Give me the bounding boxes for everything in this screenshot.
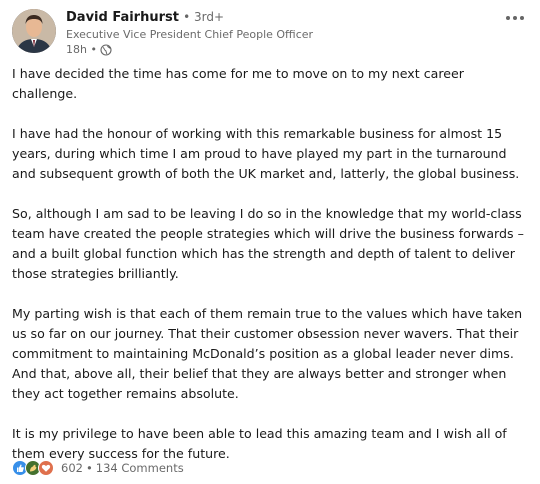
post-paragraph: I have had the honour of working with th… — [12, 126, 520, 181]
comments-count-link[interactable]: 134 Comments — [96, 461, 184, 475]
social-counts: 602 • 134 Comments — [12, 459, 528, 477]
post-paragraph: My parting wish is that each of them rem… — [12, 306, 523, 401]
post-header: David Fairhurst • 3rd+ Executive Vice Pr… — [12, 8, 528, 56]
globe-icon — [100, 43, 112, 56]
love-icon — [38, 460, 54, 476]
more-options-button[interactable] — [502, 8, 528, 28]
author-headline: Executive Vice President Chief People Of… — [66, 28, 314, 41]
post-text: I have decided the time has come for me … — [12, 64, 530, 464]
reaction-count[interactable]: 602 — [61, 461, 83, 475]
more-icon-dot — [520, 16, 524, 20]
avatar-photo — [12, 9, 56, 53]
feed-post: David Fairhurst • 3rd+ Executive Vice Pr… — [0, 0, 540, 484]
more-icon-dot — [513, 16, 517, 20]
author-name-line: David Fairhurst • 3rd+ — [66, 8, 313, 27]
author-name[interactable]: David Fairhurst — [66, 10, 179, 25]
author-info: David Fairhurst • 3rd+ Executive Vice Pr… — [66, 8, 313, 57]
post-meta: 18h • — [66, 42, 313, 57]
more-icon-dot — [506, 16, 510, 20]
separator-dot: • — [85, 461, 93, 475]
connection-degree: • 3rd+ — [183, 10, 225, 24]
post-time: 18h • — [66, 43, 97, 56]
post-paragraph: So, although I am sad to be leaving I do… — [12, 206, 524, 281]
reaction-icons[interactable] — [12, 460, 54, 476]
post-paragraph: It is my privilege to have been able to … — [12, 426, 507, 461]
author-avatar[interactable] — [12, 9, 56, 53]
post-paragraph: I have decided the time has come for me … — [12, 66, 464, 101]
